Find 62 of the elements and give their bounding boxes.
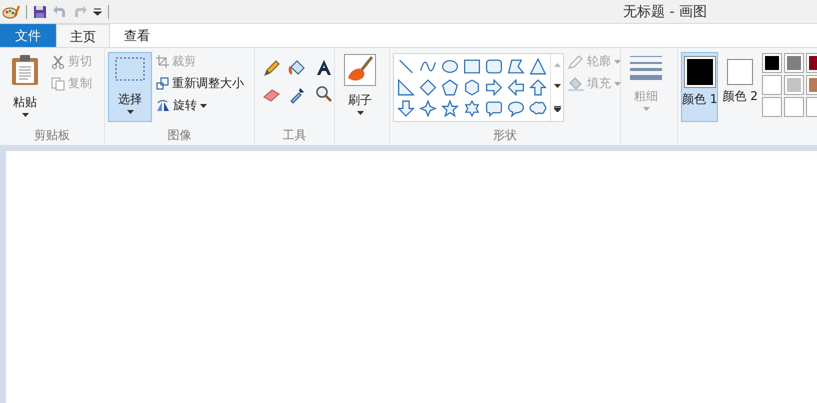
brush-icon — [344, 54, 376, 86]
resize-icon — [156, 77, 169, 90]
triangle-icon[interactable] — [528, 57, 548, 76]
rotate-button[interactable]: 旋转 — [156, 96, 244, 115]
paint-app-icon[interactable] — [2, 4, 20, 20]
six-point-star-icon[interactable] — [462, 99, 482, 118]
caret-icon — [614, 82, 621, 86]
save-icon[interactable] — [33, 4, 47, 18]
text-icon[interactable] — [314, 58, 334, 78]
file-menu-button[interactable]: 文件 — [0, 24, 56, 48]
select-button[interactable]: 选择 — [108, 52, 152, 122]
group-label: 形状 — [493, 127, 517, 143]
left-arrow-icon[interactable] — [506, 78, 526, 97]
four-point-star-icon[interactable] — [418, 99, 438, 118]
scroll-down-icon[interactable] — [554, 84, 560, 88]
caret-icon — [356, 111, 364, 115]
right-triangle-icon[interactable] — [396, 78, 416, 97]
palette-color[interactable] — [762, 75, 782, 95]
speech-bubble-icon[interactable] — [484, 99, 504, 118]
ribbon-tab[interactable]: 查看 — [110, 24, 164, 48]
caret-icon — [22, 113, 28, 117]
palette-color[interactable] — [762, 53, 782, 73]
brushes-button[interactable]: 刷子 — [338, 52, 382, 122]
copy-icon — [51, 76, 65, 90]
hexagon-icon[interactable] — [462, 78, 482, 97]
pen-icon — [568, 54, 584, 68]
selection-rectangle-icon — [114, 55, 146, 83]
color-button[interactable]: 颜色 1 — [681, 52, 718, 122]
clipboard-icon — [11, 54, 39, 86]
resize-button[interactable]: 重新调整大小 — [156, 74, 244, 93]
palette-color[interactable] — [784, 53, 804, 73]
group-label: 剪贴板 — [34, 127, 70, 143]
pencil-icon[interactable] — [262, 58, 282, 78]
ribbon-tab[interactable]: 主页 — [56, 24, 110, 48]
caret-icon — [614, 60, 621, 64]
up-arrow-icon[interactable] — [528, 78, 548, 97]
rectangle-icon[interactable] — [462, 57, 482, 76]
star-icon[interactable] — [440, 99, 460, 118]
line-width-icon — [630, 54, 662, 80]
oval-icon[interactable] — [440, 57, 460, 76]
caret-icon — [642, 107, 650, 111]
diamond-icon[interactable] — [418, 78, 438, 97]
window-title: 无标题 - 画图 — [623, 2, 707, 20]
fill-bucket-icon — [568, 76, 584, 90]
customize-menu-icon[interactable] — [93, 7, 102, 16]
right-arrow-icon[interactable] — [484, 78, 504, 97]
pentagon-icon[interactable] — [440, 78, 460, 97]
magnifier-icon[interactable] — [314, 84, 334, 104]
scissors-icon — [51, 54, 65, 68]
expand-gallery-icon[interactable] — [554, 106, 560, 112]
group-label: 工具 — [282, 127, 306, 143]
polygon-icon[interactable] — [506, 57, 526, 76]
paste-button[interactable]: 粘贴 — [3, 52, 47, 122]
oval-callout-icon[interactable] — [506, 99, 526, 118]
color-button[interactable]: 颜色 2 — [722, 52, 758, 122]
down-arrow-icon[interactable] — [396, 99, 416, 118]
group-label: 图像 — [168, 127, 192, 143]
palette-color[interactable] — [784, 75, 804, 95]
crop-icon — [156, 55, 169, 68]
caret-icon — [126, 110, 134, 114]
rotate-icon — [156, 99, 170, 112]
caret-icon — [200, 104, 207, 108]
